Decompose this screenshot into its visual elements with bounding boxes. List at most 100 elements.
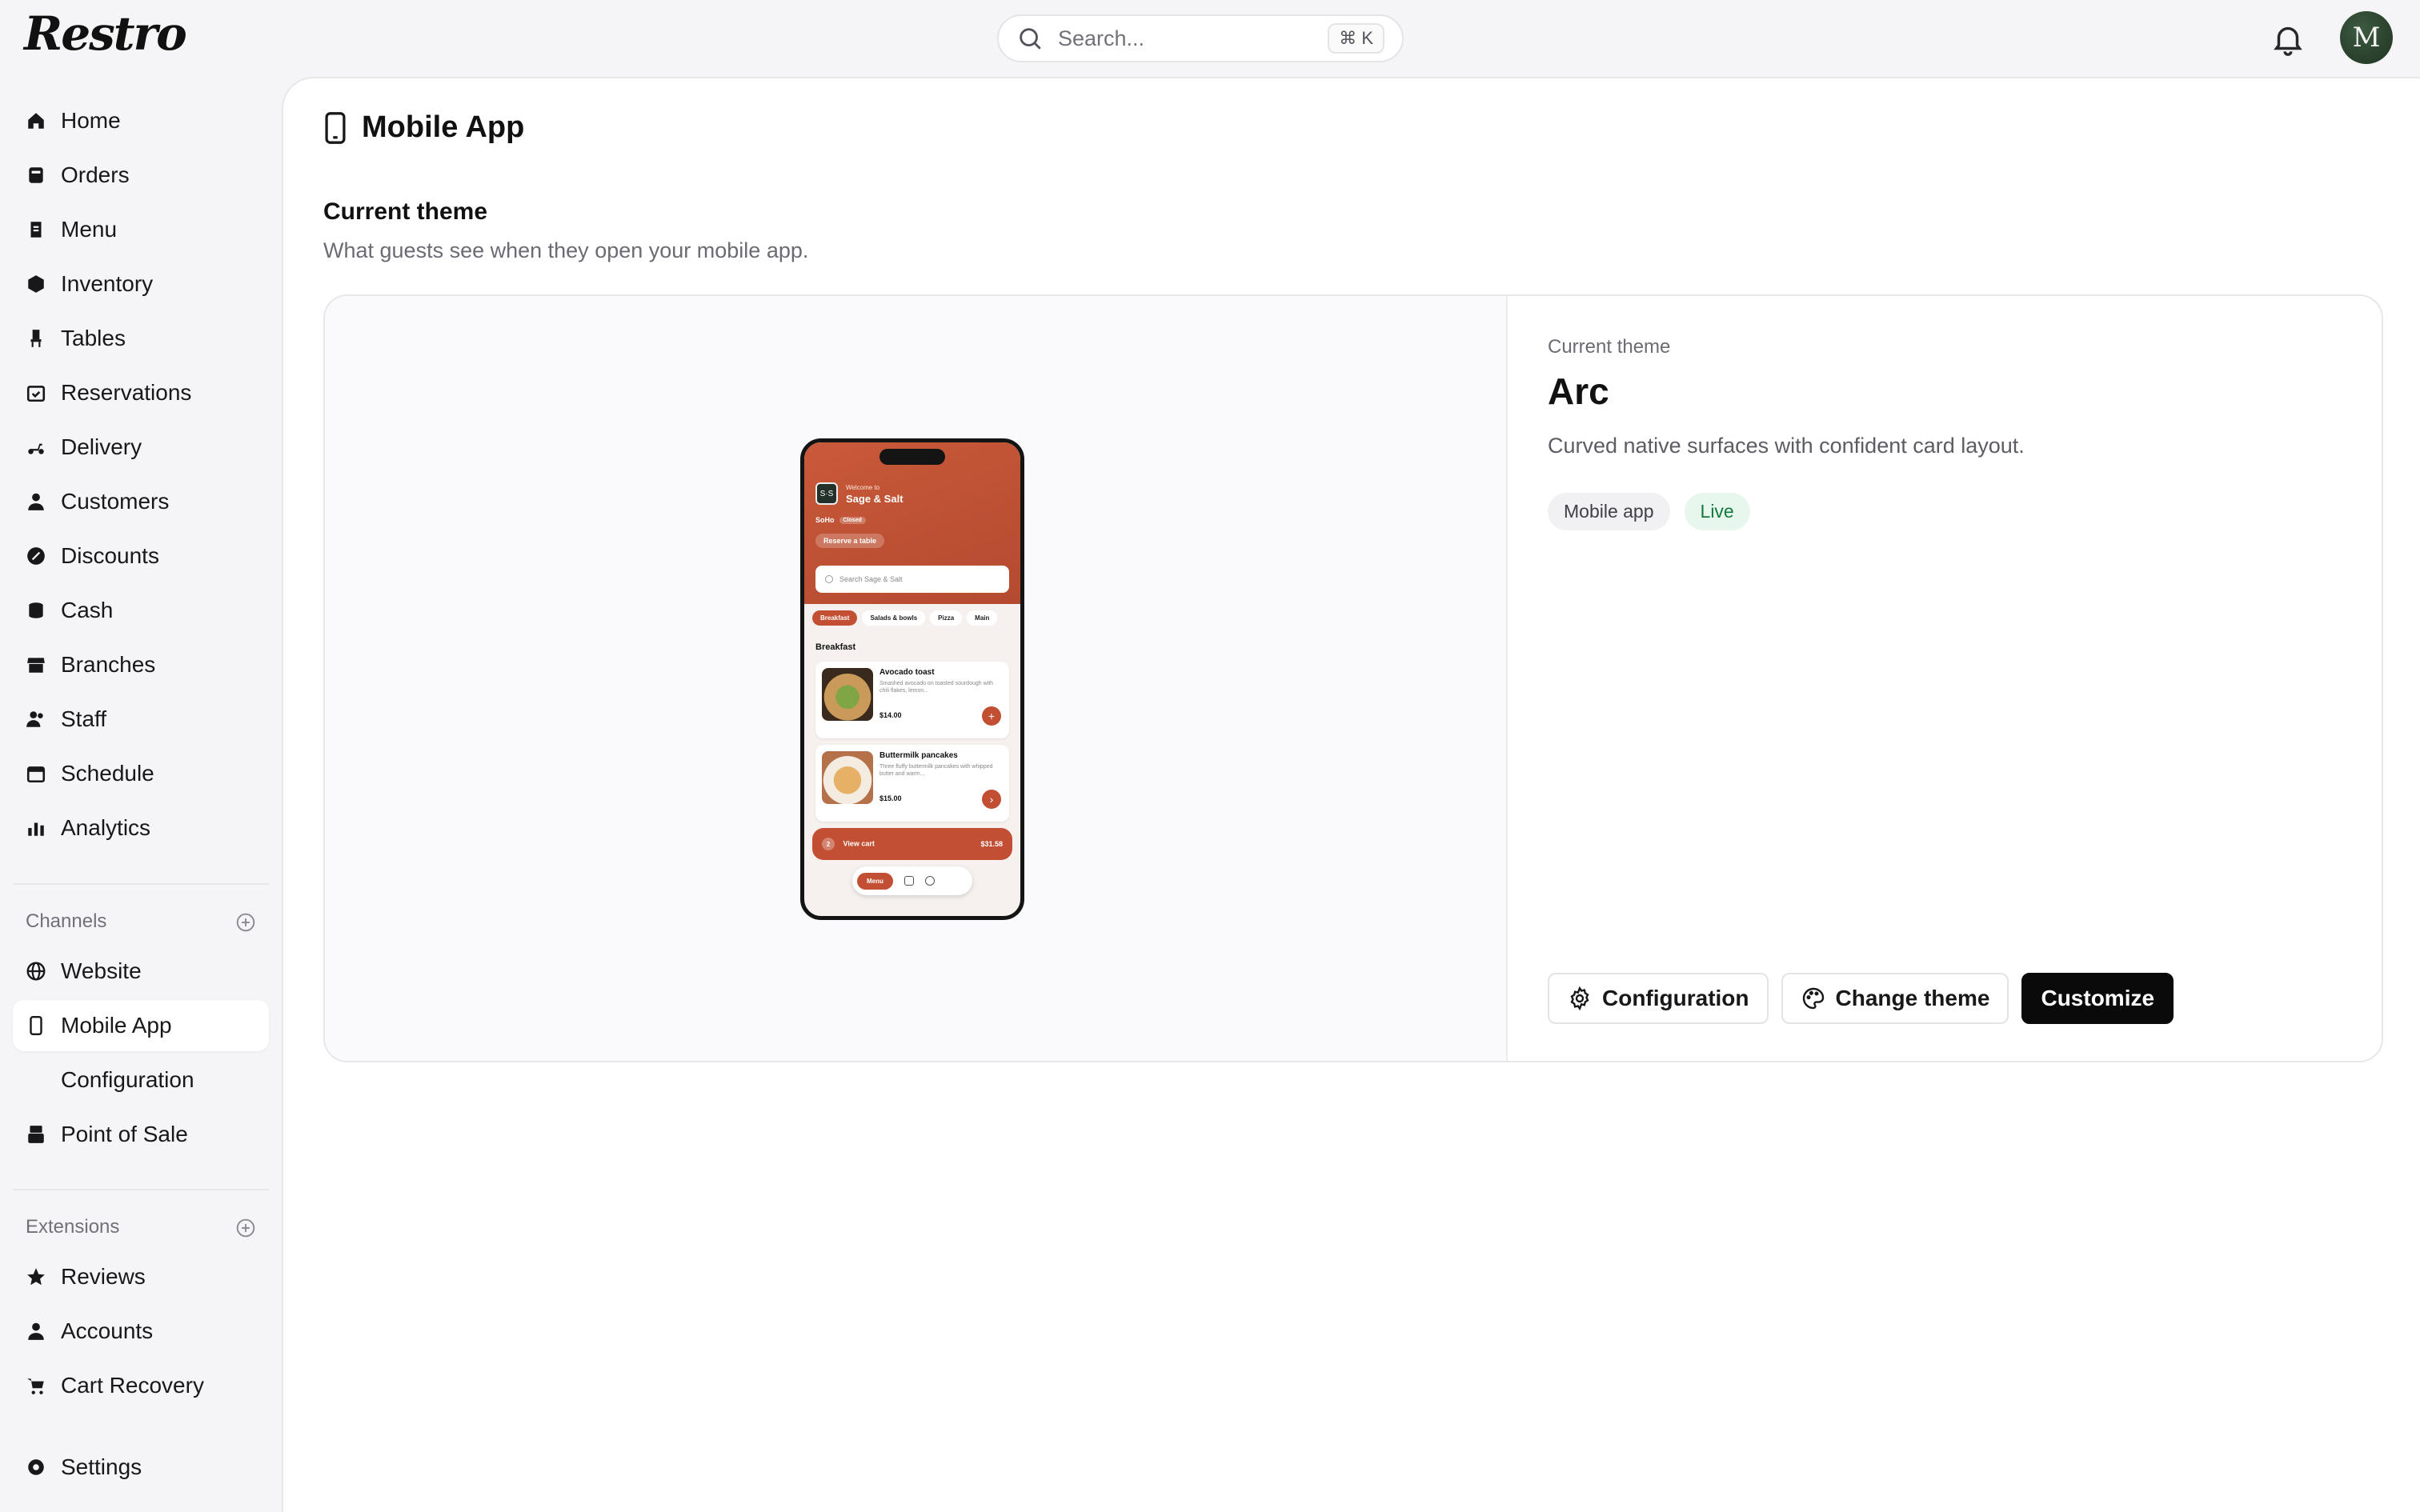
sidebar-item-menu[interactable]: Menu xyxy=(13,204,269,255)
calendar-icon xyxy=(26,766,46,783)
sidebar-item-configuration[interactable]: Configuration xyxy=(13,1054,269,1106)
main-panel: Mobile App Current theme What guests see… xyxy=(282,77,2420,1512)
category-chips: Breakfast Salads & bowls Pizza Main xyxy=(812,610,998,626)
sidebar-item-staff[interactable]: Staff xyxy=(13,694,269,745)
add-circle-icon[interactable] xyxy=(235,1218,256,1238)
sidebar-item-label: Inventory xyxy=(61,271,154,296)
sidebar-item-delivery[interactable]: Delivery xyxy=(13,422,269,473)
sidebar-item-label: Branches xyxy=(61,652,156,677)
sidebar-item-label: Home xyxy=(61,108,121,133)
search-shortcut-hint: ⌘ K xyxy=(1328,23,1384,54)
restaurant-name: Sage & Salt xyxy=(846,493,903,505)
category-chip: Salads & bowls xyxy=(862,610,926,626)
palette-icon xyxy=(1802,987,1824,1010)
sidebar-item-inventory[interactable]: Inventory xyxy=(13,258,269,310)
sidebar-item-schedule[interactable]: Schedule xyxy=(13,748,269,799)
menu-item-description: Three fluffy buttermilk pancakes with wh… xyxy=(879,764,993,777)
reserve-table-button: Reserve a table xyxy=(815,534,885,548)
app-logo[interactable]: Restro xyxy=(24,6,187,61)
food-image xyxy=(822,751,873,804)
search-bar[interactable]: Search... ⌘ K xyxy=(997,14,1404,62)
sidebar-item-mobile-app[interactable]: Mobile App xyxy=(13,1000,269,1051)
smartphone-icon xyxy=(325,111,346,144)
sidebar-item-discounts[interactable]: Discounts xyxy=(13,530,269,582)
sidebar-item-tables[interactable]: Tables xyxy=(13,313,269,364)
welcome-text: Welcome to xyxy=(846,484,880,491)
sidebar-item-analytics[interactable]: Analytics xyxy=(13,802,269,854)
user-icon xyxy=(28,1322,44,1340)
sidebar-item-label: Point of Sale xyxy=(61,1122,188,1146)
sidebar-divider xyxy=(13,1189,269,1190)
sidebar: Home Orders Menu Inventory Tables Reservation… xyxy=(0,77,282,1512)
theme-description: Curved native surfaces with confident ca… xyxy=(1548,434,2025,458)
sidebar-item-label: Analytics xyxy=(61,815,151,840)
search-input[interactable]: Search... xyxy=(1058,26,1328,51)
sidebar-item-label: Reviews xyxy=(61,1264,146,1289)
view-cart-left: 2 View cart xyxy=(822,838,875,850)
sidebar-item-branches[interactable]: Branches xyxy=(13,639,269,690)
pos-terminal-icon xyxy=(28,1126,44,1143)
view-cart-bar: 2 View cart $31.58 xyxy=(812,828,1012,860)
sidebar-divider xyxy=(13,883,269,885)
sidebar-item-label: Mobile App xyxy=(61,1013,172,1038)
category-chip: Pizza xyxy=(930,610,963,626)
status-badge: Live xyxy=(1684,493,1750,530)
sidebar-item-reservations[interactable]: Reservations xyxy=(13,367,269,418)
sidebar-item-label: Settings xyxy=(61,1454,142,1479)
users-icon xyxy=(26,711,43,727)
box-icon xyxy=(28,275,44,293)
section-title: Current theme xyxy=(323,198,488,225)
sidebar-item-reviews[interactable]: Reviews xyxy=(13,1251,269,1302)
user-avatar[interactable]: M xyxy=(2340,11,2393,64)
menu-item-price: $15.00 xyxy=(879,794,902,802)
smartphone-icon xyxy=(30,1015,42,1036)
customize-button[interactable]: Customize xyxy=(2021,973,2174,1024)
sidebar-item-label: Accounts xyxy=(61,1318,154,1343)
sidebar-item-settings[interactable]: Settings xyxy=(13,1442,269,1493)
sidebar-item-label: Menu xyxy=(61,217,118,242)
change-theme-button-label: Change theme xyxy=(1835,986,1990,1010)
view-cart-label: View cart xyxy=(843,839,875,848)
chevron-right-icon: › xyxy=(982,790,1001,809)
sidebar-item-label: Reservations xyxy=(61,380,192,405)
sidebar-item-point-of-sale[interactable]: Point of Sale xyxy=(13,1109,269,1160)
sidebar-item-label: Orders xyxy=(61,162,130,187)
menu-section-title: Breakfast xyxy=(815,642,856,652)
theme-badges: Mobile app Live xyxy=(1548,493,1750,530)
gear-icon xyxy=(28,1459,44,1475)
tab-menu: Menu xyxy=(857,872,893,890)
theme-card: S·S Welcome to Sage & Salt SoHo Closed R… xyxy=(323,294,2383,1062)
calendar-check-icon xyxy=(26,386,46,402)
change-theme-button[interactable]: Change theme xyxy=(1781,973,2009,1024)
sidebar-item-label: Website xyxy=(61,958,142,983)
discount-badge-icon xyxy=(27,547,45,565)
sidebar-item-accounts[interactable]: Accounts xyxy=(13,1306,269,1357)
theme-actions: Configuration Change theme Customize xyxy=(1548,973,2174,1024)
platform-badge: Mobile app xyxy=(1548,493,1670,530)
add-circle-icon[interactable] xyxy=(235,912,256,933)
add-item-icon: + xyxy=(982,706,1001,726)
sidebar-item-home[interactable]: Home xyxy=(13,95,269,146)
sidebar-item-cart-recovery[interactable]: Cart Recovery xyxy=(13,1360,269,1411)
coins-icon xyxy=(29,602,43,618)
sidebar-item-customers[interactable]: Customers xyxy=(13,476,269,527)
notifications-bell-icon[interactable] xyxy=(2270,21,2306,58)
sidebar-item-orders[interactable]: Orders xyxy=(13,150,269,201)
location-row: SoHo Closed xyxy=(815,516,866,524)
orders-icon xyxy=(29,167,43,183)
bag-icon xyxy=(903,876,914,886)
phone-preview[interactable]: S·S Welcome to Sage & Salt SoHo Closed R… xyxy=(800,438,1024,920)
sidebar-item-website[interactable]: Website xyxy=(13,946,269,997)
channels-section-label: Channels xyxy=(26,910,107,932)
page-title: Mobile App xyxy=(323,110,524,145)
gear-icon xyxy=(1570,986,1589,1011)
configuration-button[interactable]: Configuration xyxy=(1548,973,1769,1024)
sidebar-item-cash[interactable]: Cash xyxy=(13,585,269,636)
search-icon xyxy=(1020,28,1041,50)
page-title-text: Mobile App xyxy=(362,110,525,144)
status-badge: Closed xyxy=(839,516,866,524)
sidebar-item-label: Discounts xyxy=(61,543,159,568)
user-icon xyxy=(28,493,44,510)
menu-item-card: Avocado toast Smashed avocado on toasted… xyxy=(815,662,1009,738)
category-chip: Main xyxy=(967,610,998,626)
